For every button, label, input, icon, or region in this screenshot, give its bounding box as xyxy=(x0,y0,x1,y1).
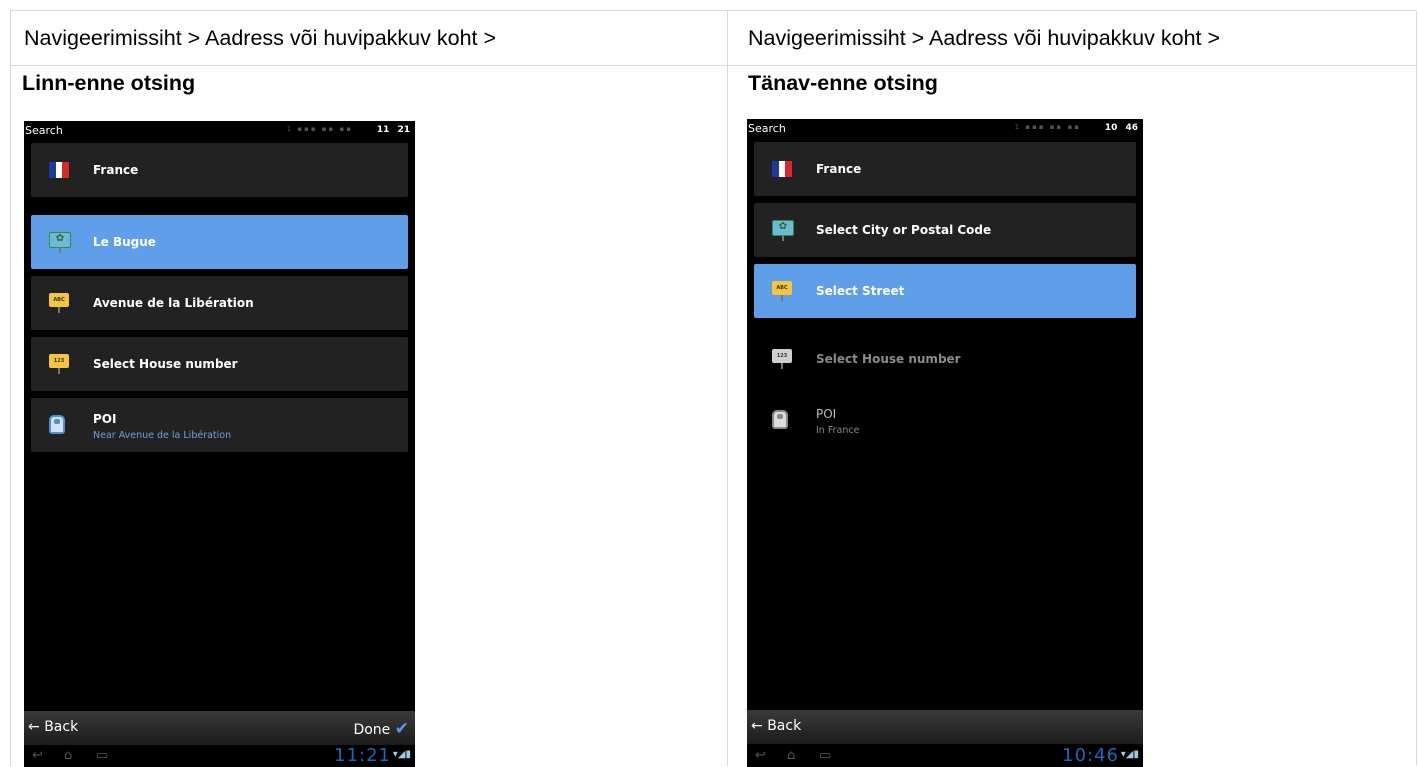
nav-back-icon[interactable]: ↩ xyxy=(755,748,766,763)
list-item-country[interactable]: France xyxy=(754,142,1136,196)
france-flag-icon xyxy=(49,160,70,180)
item-label: France xyxy=(816,162,862,176)
status-title: Search xyxy=(748,122,786,135)
nav-recent-apps-icon[interactable]: ▭ xyxy=(96,748,108,763)
list-item-country[interactable]: France xyxy=(31,143,408,197)
status-bar: Search 1 ▪▪▪ ▪▪ ▪▪ 11 21 xyxy=(24,121,415,139)
phone-screenshot: Search 1 ▪▪▪ ▪▪ ▪▪ 11 21 France ✿ Le Bug… xyxy=(24,121,415,767)
list-item-house-number[interactable]: 123 Select House number xyxy=(754,332,1136,386)
system-clock: 11:21 xyxy=(334,745,391,766)
back-arrow-icon: ← xyxy=(751,718,763,734)
checkmark-icon: ✔ xyxy=(394,719,409,739)
street-sign-icon: ABC xyxy=(49,293,69,313)
action-bar: ← Back xyxy=(747,710,1143,744)
city-sign-icon: ✿ xyxy=(49,232,71,253)
house-number-sign-icon: 123 xyxy=(772,349,792,369)
breadcrumb: Navigeerimissiht > Aadress või huvipakku… xyxy=(726,11,1416,66)
nav-back-icon[interactable]: ↩ xyxy=(32,748,43,763)
signal-battery-icon: ▾◢▮ xyxy=(1120,749,1139,760)
house-number-sign-icon: 123 xyxy=(49,354,69,374)
list-item-street[interactable]: ABC Avenue de la Libération xyxy=(31,276,408,330)
done-button[interactable]: Done ✔ xyxy=(353,719,409,739)
section-heading: Tänav-enne otsing xyxy=(748,71,938,95)
system-navigation-bar: ↩ ⌂ ▭ 10:46 ▾◢▮ xyxy=(747,745,1143,767)
item-label: POI xyxy=(93,412,117,426)
back-button[interactable]: ← Back xyxy=(28,719,78,735)
system-clock: 10:46 xyxy=(1062,745,1119,766)
city-sign-icon: ✿ xyxy=(772,220,794,241)
list-item-city[interactable]: ✿ Select City or Postal Code xyxy=(754,203,1136,257)
list-item-city[interactable]: ✿ Le Bugue xyxy=(31,215,408,269)
item-label: Select House number xyxy=(816,352,961,366)
item-label: POI xyxy=(816,407,837,421)
nav-recent-apps-icon[interactable]: ▭ xyxy=(819,748,831,763)
item-label: Select City or Postal Code xyxy=(816,223,992,237)
list-item-poi[interactable]: POI Near Avenue de la Libération xyxy=(31,398,408,452)
list-item-house-number[interactable]: 123 Select House number xyxy=(31,337,408,391)
nav-home-icon[interactable]: ⌂ xyxy=(787,748,795,763)
item-sublabel: Near Avenue de la Libération xyxy=(93,430,232,441)
action-bar: ← Back Done ✔ xyxy=(24,711,415,745)
status-bar: Search 1 ▪▪▪ ▪▪ ▪▪ 10 46 xyxy=(747,119,1143,137)
item-label: Avenue de la Libération xyxy=(93,296,254,310)
breadcrumb: Navigeerimissiht > Aadress või huvipakku… xyxy=(11,11,727,66)
signal-battery-icon: ▾◢▮ xyxy=(392,749,411,760)
poi-icon xyxy=(772,410,792,430)
document-table: Navigeerimissiht > Aadress või huvipakku… xyxy=(10,10,1417,767)
nav-home-icon[interactable]: ⌂ xyxy=(64,748,72,763)
france-flag-icon xyxy=(772,159,793,179)
status-time: 10 46 xyxy=(1104,123,1138,133)
back-button[interactable]: ← Back xyxy=(751,718,801,734)
status-indicators: 1 ▪▪▪ ▪▪ ▪▪ xyxy=(1014,123,1081,131)
left-column: Navigeerimissiht > Aadress või huvipakku… xyxy=(10,11,728,767)
item-sublabel: In France xyxy=(816,425,860,436)
status-title: Search xyxy=(25,124,63,137)
list-item-street[interactable]: ABC Select Street xyxy=(754,264,1136,318)
section-heading: Linn-enne otsing xyxy=(22,71,196,95)
status-indicators: 1 ▪▪▪ ▪▪ ▪▪ xyxy=(286,125,353,133)
poi-icon xyxy=(49,415,69,435)
item-label: Select House number xyxy=(93,357,238,371)
item-label: France xyxy=(93,163,139,177)
status-time: 11 21 xyxy=(376,125,410,135)
street-sign-icon: ABC xyxy=(772,281,792,301)
item-label: Select Street xyxy=(816,284,905,298)
item-label: Le Bugue xyxy=(93,235,156,249)
right-column: Navigeerimissiht > Aadress või huvipakku… xyxy=(726,11,1417,767)
system-navigation-bar: ↩ ⌂ ▭ 11:21 ▾◢▮ xyxy=(24,745,415,767)
back-arrow-icon: ← xyxy=(28,719,40,735)
list-item-poi[interactable]: POI In France xyxy=(754,393,1136,447)
phone-screenshot: Search 1 ▪▪▪ ▪▪ ▪▪ 10 46 France ✿ Select… xyxy=(747,119,1143,767)
